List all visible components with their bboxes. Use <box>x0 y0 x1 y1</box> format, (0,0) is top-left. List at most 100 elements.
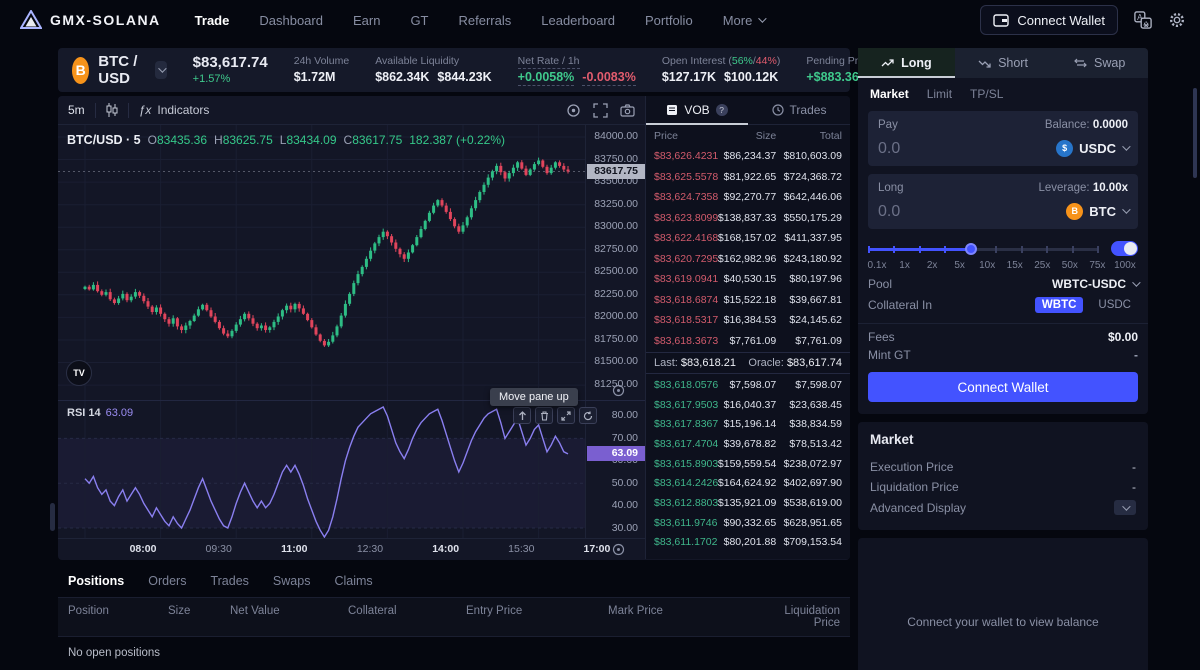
ask-row[interactable]: $83,620.7295 $162,982.96 $243,180.92 <box>646 249 850 270</box>
leverage-mark-label[interactable]: 1x <box>892 260 918 271</box>
tradingview-logo[interactable]: TV <box>66 360 92 386</box>
bid-size: $39,678.82 <box>718 438 776 450</box>
bid-row[interactable]: $83,617.4704 $39,678.82 $78,513.42 <box>646 434 850 454</box>
interval-button[interactable]: 5m <box>68 103 85 117</box>
pay-amount-input[interactable]: 0.0 <box>878 140 900 158</box>
nav-item[interactable]: Dashboard <box>259 13 323 28</box>
bid-row[interactable]: $83,612.8803 $135,921.09 $538,619.00 <box>646 493 850 513</box>
rsi-pane[interactable]: RSI 14 63.09 Move pane up <box>58 400 645 538</box>
price-chart[interactable]: BTC/USD · 5 O83435.36H83625.75L83434.09C… <box>58 125 645 559</box>
leverage-mark-label[interactable]: 100x <box>1112 260 1138 271</box>
chart-settings-icon[interactable] <box>566 103 581 118</box>
settings-gear-icon[interactable] <box>1168 11 1186 29</box>
drawing-toolbar-handle[interactable] <box>50 503 55 531</box>
nav-item[interactable]: Portfolio <box>645 13 693 28</box>
nav-item[interactable]: GT <box>410 13 428 28</box>
ask-row[interactable]: $83,623.8099 $138,837.33 $550,175.29 <box>646 208 850 229</box>
gmx-logo-icon <box>20 10 42 30</box>
advanced-display-expander[interactable] <box>1114 500 1136 515</box>
pay-token-selector[interactable]: $ USDC <box>1056 140 1128 157</box>
pay-input-box[interactable]: Pay Balance: 0.0000 0.0 $ USDC <box>868 111 1138 166</box>
ask-row[interactable]: $83,626.4231 $86,234.37 $810,603.09 <box>646 146 850 167</box>
move-pane-up-button[interactable] <box>513 407 531 424</box>
trades-label: Trades <box>790 103 827 117</box>
bid-row[interactable]: $83,615.8903 $159,559.54 $238,072.97 <box>646 454 850 474</box>
ask-row[interactable]: $83,619.0941 $40,530.15 $80,197.96 <box>646 269 850 290</box>
collateral-option[interactable]: USDC <box>1091 297 1138 313</box>
long-token-selector[interactable]: B BTC <box>1066 203 1128 220</box>
page-scrollbar[interactable] <box>1193 88 1197 178</box>
positions-tab[interactable]: Swaps <box>273 574 311 588</box>
bid-row[interactable]: $83,618.0576 $7,598.07 $7,598.07 <box>646 375 850 395</box>
ask-row[interactable]: $83,618.6874 $15,522.18 $39,667.81 <box>646 290 850 311</box>
leverage-mark-label[interactable]: 75x <box>1084 260 1110 271</box>
pane-settings-icon[interactable] <box>612 384 625 397</box>
maximize-pane-button[interactable] <box>557 407 575 424</box>
leverage-mark-label[interactable]: 5x <box>947 260 973 271</box>
time-axis[interactable]: 08:0009:3011:0012:3014:0015:3017:00 <box>58 538 645 559</box>
indicators-button[interactable]: ƒx Indicators <box>139 103 210 117</box>
collateral-option[interactable]: WBTC <box>1035 297 1084 313</box>
leverage-mark-label[interactable]: 10x <box>974 260 1000 271</box>
tab-short[interactable]: Short <box>955 48 1052 78</box>
leverage-mark-label[interactable]: 25x <box>1029 260 1055 271</box>
nav-item[interactable]: Referrals <box>459 13 512 28</box>
tab-vob[interactable]: VOB ? <box>646 96 748 124</box>
ask-row[interactable]: $83,624.7358 $92,270.77 $642,446.06 <box>646 187 850 208</box>
order-type-tab[interactable]: Market <box>870 87 909 101</box>
restore-pane-button[interactable] <box>579 407 597 424</box>
connect-wallet-button[interactable]: Connect Wallet <box>980 5 1118 35</box>
nav-item[interactable]: Trade <box>195 13 230 28</box>
camera-icon[interactable] <box>620 104 635 117</box>
price-axis[interactable]: 84000.0083750.0083500.0083250.0083000.00… <box>585 125 645 400</box>
bid-row[interactable]: $83,611.1702 $80,201.88 $709,153.54 <box>646 533 850 553</box>
market-pair-selector[interactable]: B BTC / USD <box>72 53 167 87</box>
tab-swap[interactable]: Swap <box>1051 48 1148 78</box>
ask-price: $83,619.0941 <box>654 273 718 285</box>
language-icon[interactable]: A <box>1134 11 1152 29</box>
order-type-tab[interactable]: TP/SL <box>970 87 1003 101</box>
positions-tab[interactable]: Orders <box>148 574 186 588</box>
bid-row[interactable]: $83,614.2426 $164,624.92 $402,697.90 <box>646 473 850 493</box>
positions-column-label: Entry Price <box>466 605 608 629</box>
order-type-tab[interactable]: Limit <box>927 87 952 101</box>
time-axis-settings-icon[interactable] <box>612 543 625 556</box>
ask-row[interactable]: $83,618.5317 $16,384.53 $24,145.62 <box>646 310 850 331</box>
long-input-box[interactable]: Long Leverage: 10.00x 0.0 B BTC <box>868 174 1138 229</box>
fullscreen-icon[interactable] <box>593 103 608 118</box>
nav-item-more[interactable]: More <box>723 13 765 28</box>
brand-name: GMX-SOLANA <box>50 12 161 28</box>
brand[interactable]: GMX-SOLANA <box>20 10 161 30</box>
bid-row[interactable]: $83,611.9746 $90,332.65 $628,951.65 <box>646 513 850 533</box>
pool-selector[interactable]: WBTC-USDC <box>1052 277 1138 291</box>
ask-row[interactable]: $83,622.4168 $168,157.02 $411,337.95 <box>646 228 850 249</box>
bid-size: $135,921.09 <box>718 497 776 509</box>
delete-pane-button[interactable] <box>535 407 553 424</box>
positions-tab[interactable]: Positions <box>68 574 124 588</box>
bid-row[interactable]: $83,617.8367 $15,196.14 $38,834.59 <box>646 414 850 434</box>
leverage-slider-thumb[interactable] <box>965 243 977 255</box>
leverage-mark-label[interactable]: 0.1x <box>864 260 890 271</box>
tab-long[interactable]: Long <box>858 48 955 78</box>
bid-row[interactable]: $83,617.9503 $16,040.37 $23,638.45 <box>646 395 850 415</box>
price-axis-label: 84000.00 <box>586 130 645 143</box>
ask-price: $83,618.3673 <box>654 335 718 347</box>
tab-trades[interactable]: Trades <box>748 96 850 124</box>
help-icon[interactable]: ? <box>716 104 728 116</box>
candlestick-style-icon[interactable] <box>106 103 118 117</box>
leverage-mark-label[interactable]: 15x <box>1002 260 1028 271</box>
connect-wallet-action-button[interactable]: Connect Wallet <box>868 372 1138 402</box>
nav-item[interactable]: Earn <box>353 13 380 28</box>
positions-tab[interactable]: Claims <box>334 574 372 588</box>
positions-column-label: Position <box>68 605 168 629</box>
ask-row[interactable]: $83,625.5578 $81,922.65 $724,368.72 <box>646 167 850 188</box>
leverage-slider[interactable] <box>868 242 1099 256</box>
ask-row[interactable]: $83,618.3673 $7,761.09 $7,761.09 <box>646 331 850 352</box>
nav-item[interactable]: Leaderboard <box>541 13 615 28</box>
chevron-down-icon <box>758 14 766 22</box>
leverage-mark-label[interactable]: 2x <box>919 260 945 271</box>
positions-tab[interactable]: Trades <box>210 574 248 588</box>
long-amount-input[interactable]: 0.0 <box>878 203 900 221</box>
leverage-mode-toggle[interactable] <box>1111 241 1138 256</box>
leverage-mark-label[interactable]: 50x <box>1057 260 1083 271</box>
